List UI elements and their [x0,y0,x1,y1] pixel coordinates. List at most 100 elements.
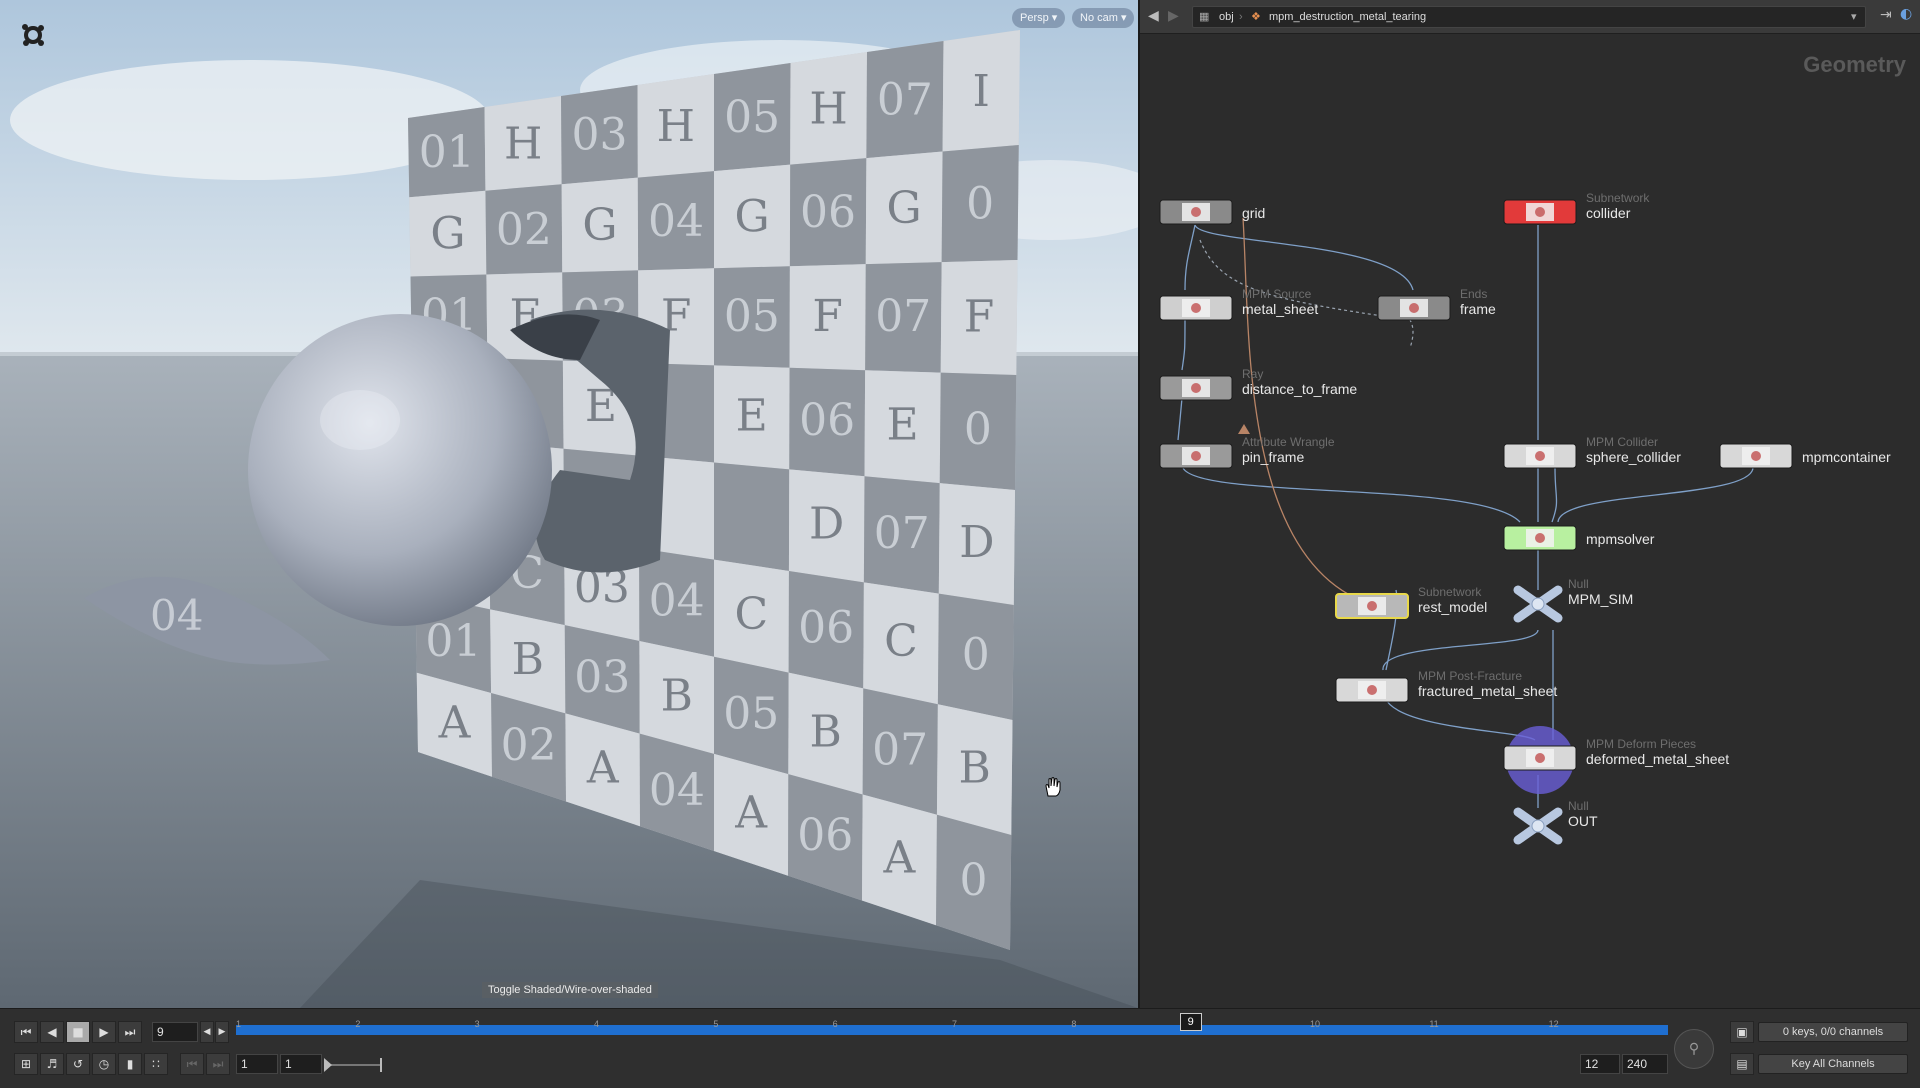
snap-icon[interactable]: ∷ [144,1053,168,1075]
node-name-label[interactable]: mpmcontainer [1802,449,1891,465]
step-forward-button[interactable]: ▶ [215,1021,229,1043]
end-frame-field-2[interactable]: 240 [1622,1054,1668,1074]
range-slider-track[interactable] [326,1064,382,1066]
node-name-label[interactable]: distance_to_frame [1242,381,1357,397]
node-sphere-collider[interactable]: MPM Collidersphere_collider [1503,435,1681,469]
node-distance-to-frame[interactable]: Raydistance_to_frame [1159,367,1357,401]
checker-label: 06 [798,603,854,654]
node-deformed-metal-sheet[interactable]: MPM Deform Piecesdeformed_metal_sheet [1503,726,1729,794]
range-slider-handle[interactable] [324,1058,332,1072]
play-reverse-button[interactable]: ◀ [40,1021,64,1043]
pin-icon[interactable]: ⇥ [1880,7,1892,23]
checker-label: 0 [964,404,992,455]
node-mpmsolver[interactable]: mpmsolver [1503,525,1655,551]
realtime-toggle-icon[interactable]: ⊞ [14,1053,38,1075]
checker-label: G [430,209,465,260]
node-grid[interactable]: grid [1159,199,1265,225]
persp-menu-button[interactable]: Persp ▾ [1012,8,1066,28]
node-type-label: Ends [1460,287,1487,301]
checker-label: 02 [501,720,557,771]
checker-label: F [964,291,995,342]
key-search-icon[interactable]: ⚲ [1674,1029,1714,1069]
node-name-label[interactable]: MPM_SIM [1568,591,1633,607]
checker-label: E [736,390,768,441]
node-rest-model[interactable]: Subnetworkrest_model [1335,585,1487,619]
houdini-logo-icon[interactable] [16,18,50,52]
node-type-label: Ray [1242,367,1263,381]
node-graph[interactable]: gridSubnetworkcolliderMPM Sourcemetal_sh… [1140,0,1920,1008]
frame-tick-label: 1 [236,1019,242,1029]
node-metal-sheet[interactable]: MPM Sourcemetal_sheet [1159,287,1318,321]
back-arrow-icon[interactable]: ◀ [1148,8,1159,24]
playhead-marker[interactable]: 9 [1179,1013,1202,1031]
checker-label: 04 [649,575,705,626]
path-dropdown-icon[interactable]: ▾ [1851,7,1857,27]
checker-label: H [504,118,542,169]
checker-cell [714,462,790,571]
checker-label: D [809,499,844,550]
node-type-label: MPM Post-Fracture [1418,669,1522,683]
node-name-label[interactable]: metal_sheet [1242,301,1318,317]
frame-tick-label: 8 [1071,1019,1077,1029]
checker-label: H [657,101,695,152]
node-name-label[interactable]: frame [1460,301,1496,317]
path-field[interactable]: ▦ obj › ❖ mpm_destruction_metal_tearing … [1192,6,1866,28]
hand-cursor-icon [1045,777,1061,797]
checker-label: B [958,742,990,793]
key-all-channels-button[interactable]: Key All Channels [1758,1054,1908,1074]
stop-button[interactable]: ■ [66,1021,90,1043]
keyframe-icon[interactable]: ▮ [118,1053,142,1075]
node-name-label[interactable]: fractured_metal_sheet [1418,683,1557,699]
checker-label: D [959,517,994,568]
node-name-label[interactable]: rest_model [1418,599,1487,615]
node-name-label[interactable]: grid [1242,205,1265,221]
node-name-label[interactable]: collider [1586,205,1631,221]
node-collider[interactable]: Subnetworkcollider [1503,191,1650,225]
frame-tick-label: 12 [1548,1019,1559,1029]
node-name-label[interactable]: mpmsolver [1586,531,1655,547]
start-frame-field[interactable]: 1 [236,1054,278,1074]
step-back-button[interactable]: ◀ [200,1021,214,1043]
checker-label: B [810,706,842,757]
checker-label: G [887,183,922,234]
scene-viewport[interactable]: 01H03H05H07IG02G04G06G001F03F05F07FEEE06… [0,0,1138,1008]
node-name-label[interactable]: deformed_metal_sheet [1586,751,1729,767]
checker-label: 0 [960,855,988,906]
camera-menu-button[interactable]: No cam ▾ [1072,8,1135,28]
forward-arrow-icon[interactable]: ▶ [1168,8,1179,24]
node-pin-frame[interactable]: Attribute Wranglepin_frame [1159,435,1335,469]
network-path-bar: ◀ ▶ ▦ obj › ❖ mpm_destruction_metal_tear… [1140,0,1920,34]
start-frame-field-2[interactable]: 1 [280,1054,322,1074]
audio-icon[interactable]: ♬ [40,1053,64,1075]
next-key-button[interactable]: ⏭ [206,1053,230,1075]
checker-label: A [586,743,620,794]
node-name-label[interactable]: sphere_collider [1586,449,1681,465]
jump-end-button[interactable]: ⏭ [118,1021,142,1043]
link-icon[interactable]: ◐ [1900,6,1912,22]
timeline-ruler[interactable]: 123456789101112 [236,1015,1668,1041]
keys-status-field[interactable]: 0 keys, 0/0 channels [1758,1022,1908,1042]
node-frame[interactable]: Endsframe [1377,287,1496,321]
jump-start-button[interactable]: ⏮ [14,1021,38,1043]
node-mpm-sim[interactable]: NullMPM_SIM [1513,577,1633,623]
range-slider-end[interactable] [380,1058,382,1072]
current-frame-field[interactable]: 9 [152,1022,198,1042]
node-name-label[interactable]: OUT [1568,813,1598,829]
prev-key-button[interactable]: ⏮ [180,1053,204,1075]
node-type-label: Subnetwork [1418,585,1482,599]
path-root[interactable]: obj [1219,7,1234,27]
loop-icon[interactable]: ↺ [66,1053,90,1075]
play-button[interactable]: ▶ [92,1021,116,1043]
checker-label: A [438,698,472,749]
network-editor[interactable]: grid Subnetwork collider MPM Source metal_sh… [1140,0,1920,1008]
path-node[interactable]: mpm_destruction_metal_tearing [1269,7,1426,27]
node-mpmcontainer[interactable]: mpmcontainer [1719,443,1891,469]
clock-icon[interactable]: ◷ [92,1053,116,1075]
checker-label: 03 [574,652,630,703]
node-fractured-metal-sheet[interactable]: MPM Post-Fracturefractured_metal_sheet [1335,669,1557,703]
node-name-label[interactable]: pin_frame [1242,449,1304,465]
keys-panel-icon[interactable]: ▣ [1730,1021,1754,1043]
end-frame-field[interactable]: 12 [1580,1054,1620,1074]
node-out[interactable]: NullOUT [1513,799,1598,845]
channels-icon[interactable]: ▤ [1730,1053,1754,1075]
